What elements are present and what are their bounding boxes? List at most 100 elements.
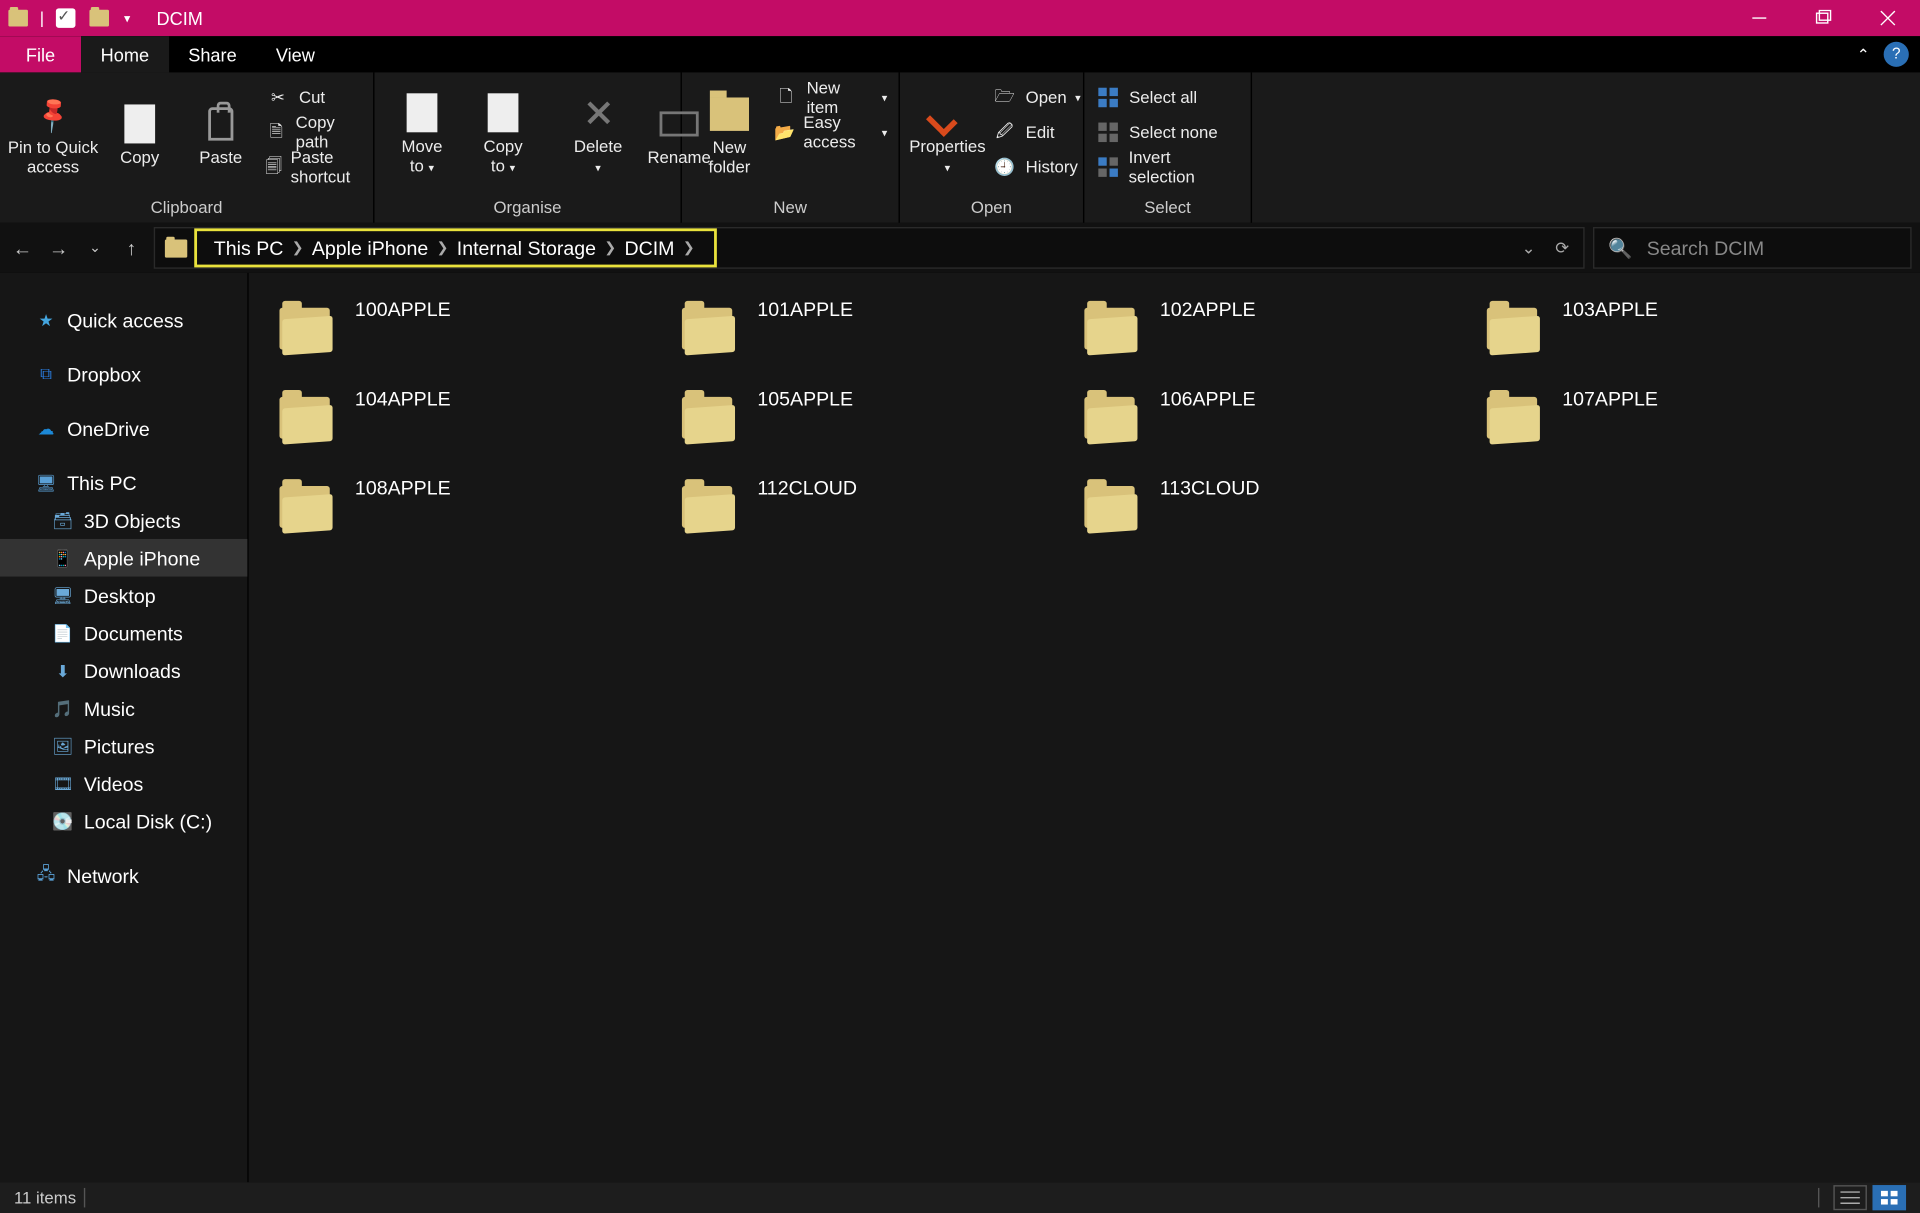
paste-shortcut-button[interactable]: 🗐Paste shortcut: [265, 152, 361, 183]
folder-icon: [279, 479, 335, 535]
ribbon-collapse-icon[interactable]: ⌃: [1857, 45, 1870, 63]
folder-icon: [279, 301, 335, 357]
history-icon: 🕘: [992, 155, 1017, 180]
nav-child-item[interactable]: ⬇Downloads: [0, 652, 247, 690]
close-button[interactable]: [1856, 0, 1920, 36]
new-folder-button[interactable]: New folder: [693, 78, 766, 192]
breadcrumb: This PC ❯ Apple iPhone ❯ Internal Storag…: [194, 228, 717, 267]
breadcrumb-item[interactable]: Apple iPhone: [303, 237, 436, 259]
status-bar: 11 items: [0, 1182, 1920, 1213]
easy-access-button[interactable]: 📂Easy access▾: [774, 117, 887, 148]
tab-view[interactable]: View: [256, 36, 334, 72]
address-bar[interactable]: This PC ❯ Apple iPhone ❯ Internal Storag…: [154, 227, 1585, 269]
breadcrumb-item[interactable]: DCIM: [616, 237, 683, 259]
cut-button[interactable]: ✂Cut: [265, 82, 361, 113]
nav-child-label: Downloads: [84, 659, 181, 681]
folder-icon: [1084, 301, 1140, 357]
folder-icon: [682, 479, 738, 535]
thumbnails-view-button[interactable]: [1872, 1185, 1906, 1210]
nav-child-item[interactable]: 🎞Videos: [0, 765, 247, 803]
nav-network[interactable]: 🖧Network: [0, 856, 247, 894]
nav-quick-access[interactable]: ★Quick access: [0, 301, 247, 339]
edit-button[interactable]: 🖉Edit: [992, 117, 1081, 148]
copy-path-button[interactable]: 🗎Copy path: [265, 117, 361, 148]
folder-item[interactable]: 112CLOUD: [682, 476, 1084, 543]
properties-button[interactable]: Properties▾: [911, 78, 984, 192]
back-button[interactable]: ←: [8, 234, 36, 262]
delete-button[interactable]: Delete ▾: [562, 78, 635, 192]
open-icon: 🗁: [992, 85, 1017, 110]
address-dropdown-icon[interactable]: ⌄: [1522, 238, 1536, 257]
details-view-button[interactable]: [1833, 1185, 1867, 1210]
refresh-icon[interactable]: ⟳: [1555, 238, 1569, 257]
content-pane[interactable]: 100APPLE101APPLE102APPLE103APPLE 104APPLE…: [249, 273, 1920, 1182]
nav-this-pc[interactable]: 🖥This PC: [0, 464, 247, 502]
folder-item[interactable]: 113CLOUD: [1084, 476, 1486, 543]
folder-item[interactable]: 105APPLE: [682, 387, 1084, 454]
up-button[interactable]: ↑: [117, 234, 145, 262]
status-item-count: 11 items: [14, 1188, 76, 1207]
file-menu[interactable]: File: [0, 36, 81, 72]
new-item-button[interactable]: 🗋New item▾: [774, 82, 887, 113]
qat-folder-icon[interactable]: [6, 4, 31, 32]
network-icon: 🖧: [34, 864, 59, 886]
chevron-right-icon[interactable]: ❯: [604, 240, 616, 255]
select-none-button[interactable]: Select none: [1096, 117, 1240, 148]
qat-properties-icon[interactable]: [53, 4, 78, 32]
folder-item[interactable]: 104APPLE: [279, 387, 681, 454]
nav-child-item[interactable]: 📄Documents: [0, 614, 247, 652]
folder-item[interactable]: 101APPLE: [682, 298, 1084, 365]
folder-item[interactable]: 106APPLE: [1084, 387, 1486, 454]
copy-to-button[interactable]: Copy to ▾: [467, 78, 540, 192]
navigation-pane: ★Quick access ⧉Dropbox ☁OneDrive 🖥This P…: [0, 273, 249, 1182]
minimize-button[interactable]: [1727, 0, 1791, 36]
invert-selection-button[interactable]: Invert selection: [1096, 152, 1240, 183]
qat-newfolder-icon[interactable]: [87, 4, 112, 32]
folder-item[interactable]: 108APPLE: [279, 476, 681, 543]
folder-icon: [279, 390, 335, 446]
nav-child-item[interactable]: 🎵Music: [0, 689, 247, 727]
folder-name: 107APPLE: [1562, 387, 1658, 409]
paste-button[interactable]: Paste: [184, 78, 257, 192]
select-all-button[interactable]: Select all: [1096, 82, 1240, 113]
menu-bar: File Home Share View ⌃ ?: [0, 36, 1920, 72]
folder-icon: 🎞: [50, 772, 75, 794]
nav-child-label: Documents: [84, 622, 183, 644]
folder-icon: [682, 301, 738, 357]
forward-button[interactable]: →: [45, 234, 73, 262]
help-icon[interactable]: ?: [1884, 42, 1909, 67]
nav-dropbox[interactable]: ⧉Dropbox: [0, 355, 247, 393]
search-input[interactable]: 🔍 Search DCIM: [1593, 227, 1912, 269]
nav-child-label: Apple iPhone: [84, 547, 200, 569]
recent-locations-dropdown[interactable]: ⌄: [81, 234, 109, 262]
copy-button[interactable]: Copy: [103, 78, 176, 192]
folder-item[interactable]: 103APPLE: [1487, 298, 1889, 365]
breadcrumb-item[interactable]: Internal Storage: [448, 237, 604, 259]
tab-share[interactable]: Share: [169, 36, 257, 72]
qat-customize-dropdown[interactable]: ▾: [120, 10, 134, 25]
chevron-right-icon[interactable]: ❯: [437, 240, 449, 255]
nav-child-item[interactable]: 📱Apple iPhone: [0, 539, 247, 577]
nav-child-item[interactable]: 💽Local Disk (C:): [0, 802, 247, 840]
new-item-icon: 🗋: [774, 85, 798, 110]
chevron-right-icon[interactable]: ❯: [683, 240, 695, 255]
move-to-button[interactable]: Move to ▾: [386, 78, 459, 192]
breadcrumb-item[interactable]: This PC: [205, 237, 291, 259]
maximize-button[interactable]: [1791, 0, 1855, 36]
window-title: DCIM: [157, 8, 203, 29]
nav-child-item[interactable]: 🖼Pictures: [0, 727, 247, 765]
folder-item[interactable]: 102APPLE: [1084, 298, 1486, 365]
folder-item[interactable]: 107APPLE: [1487, 387, 1889, 454]
pin-to-quick-access-button[interactable]: 📌 Pin to Quick access: [11, 78, 95, 192]
open-button[interactable]: 🗁Open▾: [992, 82, 1081, 113]
nav-child-item[interactable]: 🖥Desktop: [0, 577, 247, 615]
folder-name: 112CLOUD: [757, 476, 857, 498]
chevron-right-icon[interactable]: ❯: [292, 240, 304, 255]
chevron-down-icon: ▾: [1075, 91, 1081, 104]
history-button[interactable]: 🕘History: [992, 152, 1081, 183]
tab-home[interactable]: Home: [81, 36, 169, 72]
folder-item[interactable]: 100APPLE: [279, 298, 681, 365]
search-icon: 🔍: [1608, 236, 1632, 260]
nav-onedrive[interactable]: ☁OneDrive: [0, 409, 247, 447]
nav-child-item[interactable]: 🗃3D Objects: [0, 501, 247, 539]
